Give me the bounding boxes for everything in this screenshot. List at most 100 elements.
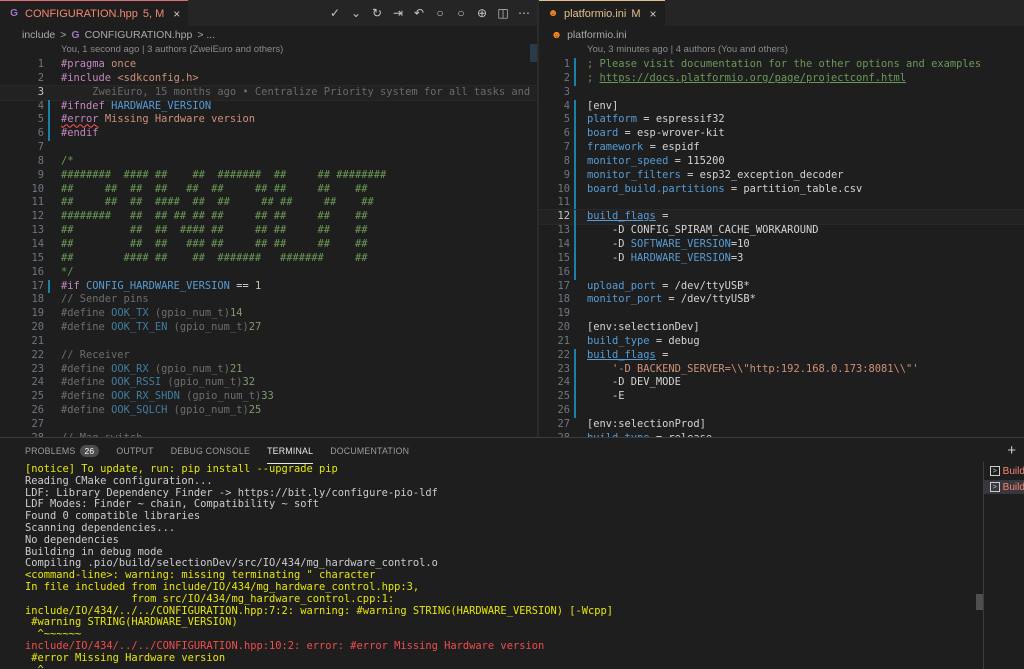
code-line[interactable]: 9 monitor_filters = esp32_exception_decod… xyxy=(539,168,1024,183)
code-area[interactable]: 1 #pragma once 2 #include <sdkconfig.h> 3 Zw… xyxy=(0,58,537,437)
tab-platformio-ini[interactable]: ☻ platformio.ini M × xyxy=(539,0,665,26)
code-line[interactable]: 5 platform = espressif32 xyxy=(539,113,1024,128)
code-line[interactable]: 6 board = esp-wrover-kit xyxy=(539,127,1024,142)
code-line[interactable]: 26 xyxy=(539,404,1024,418)
code-line[interactable]: 18 monitor_port = /dev/ttyUSB* xyxy=(539,293,1024,307)
editor-action-icon[interactable]: ⊕ xyxy=(475,6,489,20)
code-line[interactable]: 1 ; Please visit documentation for the ot… xyxy=(539,58,1024,72)
code-line[interactable]: 13 -D CONFIG_SPIRAM_CACHE_WORKAROUND xyxy=(539,224,1024,238)
line-number: 26 xyxy=(557,404,570,417)
code-line[interactable]: 2 #include <sdkconfig.h> xyxy=(0,72,537,86)
code-line[interactable]: 24 #define OOK_RSSI (gpio_num_t)32 xyxy=(0,376,537,390)
code-line[interactable]: 26 #define OOK_SQLCH (gpio_num_t)25 xyxy=(0,404,537,418)
add-terminal-icon[interactable]: + xyxy=(1007,442,1016,459)
breadcrumb-folder[interactable]: include xyxy=(22,29,55,41)
line-number: 9 xyxy=(563,168,570,181)
code-line[interactable]: 1 #pragma once xyxy=(0,58,537,72)
code-area[interactable]: 1 ; Please visit documentation for the ot… xyxy=(539,58,1024,437)
code-line[interactable]: 16 */ xyxy=(0,266,537,280)
code-line[interactable]: 22 build_flags = xyxy=(539,348,1024,363)
code-line[interactable]: 23 #define OOK_RX (gpio_num_t)21 xyxy=(0,363,537,377)
editor-action-icon[interactable]: ⋯ xyxy=(517,6,531,20)
tab-terminal[interactable]: TERMINAL xyxy=(267,438,314,464)
code-line[interactable]: 21 build_type = debug xyxy=(539,335,1024,349)
code-line[interactable]: 22 // Receiver xyxy=(0,349,537,363)
breadcrumb-file[interactable]: platformio.ini xyxy=(567,29,627,41)
tab-problems[interactable]: PROBLEMS 26 xyxy=(25,438,100,464)
close-icon[interactable]: × xyxy=(650,7,657,21)
code-line[interactable]: 4 [env] xyxy=(539,99,1024,114)
code-line[interactable]: 4 #ifndef HARDWARE_VERSION xyxy=(0,99,537,114)
code-line[interactable]: 19 #define OOK_TX (gpio_num_t)14 xyxy=(0,307,537,321)
terminal-instance[interactable]: > Build xyxy=(984,464,1024,478)
code-line[interactable]: 11 ## ## ## #### ## ## ## ## ## ## xyxy=(0,196,537,210)
tab-debug-console[interactable]: DEBUG CONSOLE xyxy=(171,438,250,464)
code-line[interactable]: 24 -D DEV_MODE xyxy=(539,376,1024,391)
code-line[interactable]: 25 #define OOK_RX_SHDN (gpio_num_t)33 xyxy=(0,390,537,404)
code-line[interactable]: 7 xyxy=(0,141,537,155)
code-line[interactable]: 6 #endif xyxy=(0,127,537,142)
code-line[interactable]: 3 xyxy=(539,86,1024,100)
code-line[interactable]: 12 build_flags = xyxy=(539,209,1024,226)
code-text: ######## ## ## ## ## ## ## ## ## ## xyxy=(61,210,368,223)
codelens-blame[interactable]: You, 1 second ago | 3 authors (ZweiEuro … xyxy=(0,44,537,58)
code-line[interactable]: 11 xyxy=(539,196,1024,211)
terminal-scrollbar[interactable] xyxy=(976,594,983,610)
code-line[interactable]: 27 [env:selectionProd] xyxy=(539,418,1024,432)
code-line[interactable]: 14 ## ## ## ### ## ## ## ## ## xyxy=(0,238,537,252)
line-number: 21 xyxy=(31,334,44,347)
code-line[interactable]: 16 xyxy=(539,265,1024,280)
tab-configuration-hpp[interactable]: G CONFIGURATION.hpp 5, M × xyxy=(0,0,189,26)
code-line[interactable]: 7 framework = espidf xyxy=(539,141,1024,155)
editor-action-icon[interactable]: ↶ xyxy=(412,6,426,20)
breadcrumb-file[interactable]: CONFIGURATION.hpp xyxy=(85,29,193,41)
code-line[interactable]: 8 /* xyxy=(0,155,537,169)
tab-documentation[interactable]: DOCUMENTATION xyxy=(330,438,409,464)
code-line[interactable]: 15 -D HARDWARE_VERSION=3 xyxy=(539,251,1024,266)
editor-scrollbar[interactable] xyxy=(530,44,537,437)
code-line[interactable]: 8 monitor_speed = 115200 xyxy=(539,154,1024,169)
code-line[interactable]: 9 ######## #### ## ## ####### ## ## #####… xyxy=(0,169,537,183)
line-number: 23 xyxy=(31,362,44,375)
code-line[interactable]: 20 #define OOK_TX_EN (gpio_num_t)27 xyxy=(0,321,537,335)
code-line[interactable]: 17 #if CONFIG_HARDWARE_VERSION == 1 xyxy=(0,279,537,294)
terminal-instance[interactable]: > Build xyxy=(984,480,1024,494)
code-line[interactable]: 13 ## ## ## #### ## ## ## ## ## xyxy=(0,224,537,238)
code-line[interactable]: 18 // Sender pins xyxy=(0,293,537,307)
code-line[interactable]: 15 ## #### ## ## ####### ####### ## xyxy=(0,252,537,266)
code-line[interactable]: 10 ## ## ## ## ## ## ## ## ## ## xyxy=(0,183,537,197)
editor-action-icon[interactable]: ○ xyxy=(454,6,468,20)
code-line[interactable]: 5 #error Missing Hardware version xyxy=(0,113,537,128)
tab-status: M xyxy=(631,7,641,20)
line-number: 5 xyxy=(563,113,570,126)
editor-action-icon[interactable]: ◫ xyxy=(496,6,510,20)
code-line[interactable]: 19 xyxy=(539,307,1024,321)
editor-action-icon[interactable]: ○ xyxy=(433,6,447,20)
code-line[interactable]: 20 [env:selectionDev] xyxy=(539,321,1024,335)
code-text: ; Please visit documentation for the oth… xyxy=(587,58,982,70)
code-line[interactable]: 21 xyxy=(0,335,537,349)
close-icon[interactable]: × xyxy=(173,7,180,21)
code-line[interactable]: 3 ZweiEuro, 15 months ago • Centralize P… xyxy=(0,84,537,101)
code-line[interactable]: 14 -D SOFTWARE_VERSION=10 xyxy=(539,237,1024,252)
codelens-blame[interactable]: You, 3 minutes ago | 4 authors (You and … xyxy=(539,44,1024,58)
code-line[interactable]: 23 '-D BACKEND_SERVER=\\"http:192.168.0.… xyxy=(539,362,1024,377)
code-line[interactable]: 17 upload_port = /dev/ttyUSB* xyxy=(539,280,1024,294)
bottom-panel: PROBLEMS 26 OUTPUT DEBUG CONSOLE TERMINAL DOC… xyxy=(0,437,1024,669)
code-line[interactable]: 27 xyxy=(0,418,537,432)
tab-output[interactable]: OUTPUT xyxy=(116,438,153,464)
code-line[interactable]: 25 -E xyxy=(539,390,1024,405)
code-line[interactable]: 2 ; https://docs.platformio.org/page/proj… xyxy=(539,71,1024,86)
editor-action-icon[interactable]: ↻ xyxy=(370,6,384,20)
code-line[interactable]: 10 board_build.partitions = partition_tab… xyxy=(539,182,1024,197)
breadcrumb-more[interactable]: > ... xyxy=(197,29,215,41)
editor-action-icon[interactable]: ⌄ xyxy=(349,6,363,20)
editor-action-icon[interactable]: ✓ xyxy=(328,6,342,20)
code-line[interactable]: 12 ######## ## ## ## ## ## ## ## ## ## xyxy=(0,210,537,224)
line-number: 12 xyxy=(557,210,570,223)
editor-action-icon[interactable]: ⇥ xyxy=(391,6,405,20)
line-number: 24 xyxy=(31,376,44,389)
code-text: #define OOK_RX_SHDN (gpio_num_t)33 xyxy=(61,390,274,403)
line-number: 10 xyxy=(557,182,570,195)
terminal-output[interactable]: [notice] To update, run: pip install --u… xyxy=(25,463,975,669)
